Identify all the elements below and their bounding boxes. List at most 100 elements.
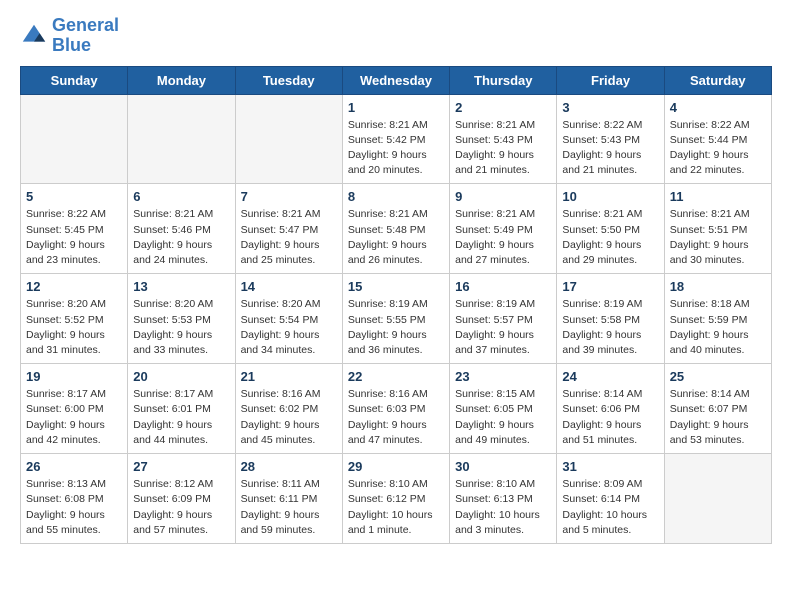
day-number: 4 [670, 100, 766, 115]
day-info: Sunrise: 8:13 AM Sunset: 6:08 PM Dayligh… [26, 477, 122, 538]
calendar-cell: 7 Sunrise: 8:21 AM Sunset: 5:47 PM Daylig… [235, 184, 342, 274]
day-number: 7 [241, 189, 337, 204]
calendar-cell: 16 Sunrise: 8:19 AM Sunset: 5:57 PM Dayli… [450, 274, 557, 364]
day-info: Sunrise: 8:21 AM Sunset: 5:51 PM Dayligh… [670, 207, 766, 268]
day-number: 30 [455, 459, 551, 474]
day-info: Sunrise: 8:19 AM Sunset: 5:58 PM Dayligh… [562, 297, 658, 358]
day-info: Sunrise: 8:21 AM Sunset: 5:43 PM Dayligh… [455, 118, 551, 179]
weekday-header-saturday: Saturday [664, 66, 771, 94]
day-info: Sunrise: 8:20 AM Sunset: 5:53 PM Dayligh… [133, 297, 229, 358]
day-number: 25 [670, 369, 766, 384]
calendar-cell: 30 Sunrise: 8:10 AM Sunset: 6:13 PM Dayli… [450, 454, 557, 544]
day-info: Sunrise: 8:21 AM Sunset: 5:46 PM Dayligh… [133, 207, 229, 268]
calendar-table: SundayMondayTuesdayWednesdayThursdayFrid… [20, 66, 772, 544]
logo-blue: Blue [52, 36, 119, 56]
logo-text: General Blue [52, 16, 119, 56]
day-number: 19 [26, 369, 122, 384]
calendar-cell: 18 Sunrise: 8:18 AM Sunset: 5:59 PM Dayli… [664, 274, 771, 364]
day-info: Sunrise: 8:21 AM Sunset: 5:42 PM Dayligh… [348, 118, 444, 179]
weekday-header-friday: Friday [557, 66, 664, 94]
day-info: Sunrise: 8:12 AM Sunset: 6:09 PM Dayligh… [133, 477, 229, 538]
day-info: Sunrise: 8:21 AM Sunset: 5:48 PM Dayligh… [348, 207, 444, 268]
day-info: Sunrise: 8:10 AM Sunset: 6:13 PM Dayligh… [455, 477, 551, 538]
day-info: Sunrise: 8:21 AM Sunset: 5:47 PM Dayligh… [241, 207, 337, 268]
day-number: 6 [133, 189, 229, 204]
day-number: 16 [455, 279, 551, 294]
day-info: Sunrise: 8:14 AM Sunset: 6:06 PM Dayligh… [562, 387, 658, 448]
calendar-cell: 25Sunrise: 8:14 AM Sunset: 6:07 PM Dayli… [664, 364, 771, 454]
page: General Blue SundayMondayTuesdayWednesda… [0, 0, 792, 560]
week-row-4: 19 Sunrise: 8:17 AM Sunset: 6:00 PM Dayli… [21, 364, 772, 454]
calendar-cell [128, 94, 235, 184]
day-number: 14 [241, 279, 337, 294]
day-info: Sunrise: 8:11 AM Sunset: 6:11 PM Dayligh… [241, 477, 337, 538]
weekday-header-sunday: Sunday [21, 66, 128, 94]
weekday-header-thursday: Thursday [450, 66, 557, 94]
weekday-header-monday: Monday [128, 66, 235, 94]
day-number: 2 [455, 100, 551, 115]
day-info: Sunrise: 8:19 AM Sunset: 5:57 PM Dayligh… [455, 297, 551, 358]
day-info: Sunrise: 8:16 AM Sunset: 6:03 PM Dayligh… [348, 387, 444, 448]
weekday-header-wednesday: Wednesday [342, 66, 449, 94]
day-number: 23 [455, 369, 551, 384]
week-row-1: 1 Sunrise: 8:21 AM Sunset: 5:42 PM Daylig… [21, 94, 772, 184]
calendar-cell: 20 Sunrise: 8:17 AM Sunset: 6:01 PM Dayli… [128, 364, 235, 454]
day-info: Sunrise: 8:22 AM Sunset: 5:44 PM Dayligh… [670, 118, 766, 179]
calendar-cell: 12Sunrise: 8:20 AM Sunset: 5:52 PM Dayli… [21, 274, 128, 364]
calendar-cell: 8 Sunrise: 8:21 AM Sunset: 5:48 PM Daylig… [342, 184, 449, 274]
calendar-cell: 3Sunrise: 8:22 AM Sunset: 5:43 PM Daylig… [557, 94, 664, 184]
day-number: 27 [133, 459, 229, 474]
day-info: Sunrise: 8:20 AM Sunset: 5:54 PM Dayligh… [241, 297, 337, 358]
weekday-header-row: SundayMondayTuesdayWednesdayThursdayFrid… [21, 66, 772, 94]
calendar-cell: 21 Sunrise: 8:16 AM Sunset: 6:02 PM Dayli… [235, 364, 342, 454]
calendar-cell [21, 94, 128, 184]
calendar-cell: 27 Sunrise: 8:12 AM Sunset: 6:09 PM Dayli… [128, 454, 235, 544]
day-info: Sunrise: 8:20 AM Sunset: 5:52 PM Dayligh… [26, 297, 122, 358]
day-info: Sunrise: 8:10 AM Sunset: 6:12 PM Dayligh… [348, 477, 444, 538]
calendar-cell: 28 Sunrise: 8:11 AM Sunset: 6:11 PM Dayli… [235, 454, 342, 544]
calendar-cell: 9Sunrise: 8:21 AM Sunset: 5:49 PM Daylig… [450, 184, 557, 274]
day-info: Sunrise: 8:18 AM Sunset: 5:59 PM Dayligh… [670, 297, 766, 358]
day-info: Sunrise: 8:22 AM Sunset: 5:45 PM Dayligh… [26, 207, 122, 268]
calendar-cell: 24 Sunrise: 8:14 AM Sunset: 6:06 PM Dayli… [557, 364, 664, 454]
day-info: Sunrise: 8:17 AM Sunset: 6:01 PM Dayligh… [133, 387, 229, 448]
day-number: 26 [26, 459, 122, 474]
day-number: 5 [26, 189, 122, 204]
calendar-cell [664, 454, 771, 544]
day-number: 8 [348, 189, 444, 204]
day-info: Sunrise: 8:21 AM Sunset: 5:50 PM Dayligh… [562, 207, 658, 268]
header: General Blue [20, 16, 772, 56]
day-info: Sunrise: 8:17 AM Sunset: 6:00 PM Dayligh… [26, 387, 122, 448]
day-number: 1 [348, 100, 444, 115]
logo: General Blue [20, 16, 119, 56]
day-info: Sunrise: 8:09 AM Sunset: 6:14 PM Dayligh… [562, 477, 658, 538]
calendar-cell: 23 Sunrise: 8:15 AM Sunset: 6:05 PM Dayli… [450, 364, 557, 454]
day-number: 24 [562, 369, 658, 384]
calendar-cell: 22 Sunrise: 8:16 AM Sunset: 6:03 PM Dayli… [342, 364, 449, 454]
day-number: 18 [670, 279, 766, 294]
day-number: 13 [133, 279, 229, 294]
day-info: Sunrise: 8:16 AM Sunset: 6:02 PM Dayligh… [241, 387, 337, 448]
day-info: Sunrise: 8:19 AM Sunset: 5:55 PM Dayligh… [348, 297, 444, 358]
week-row-3: 12Sunrise: 8:20 AM Sunset: 5:52 PM Dayli… [21, 274, 772, 364]
calendar-cell: 29 Sunrise: 8:10 AM Sunset: 6:12 PM Dayli… [342, 454, 449, 544]
day-number: 22 [348, 369, 444, 384]
calendar-cell: 5 Sunrise: 8:22 AM Sunset: 5:45 PM Daylig… [21, 184, 128, 274]
day-number: 20 [133, 369, 229, 384]
day-number: 29 [348, 459, 444, 474]
day-info: Sunrise: 8:15 AM Sunset: 6:05 PM Dayligh… [455, 387, 551, 448]
calendar-cell: 14 Sunrise: 8:20 AM Sunset: 5:54 PM Dayli… [235, 274, 342, 364]
day-info: Sunrise: 8:21 AM Sunset: 5:49 PM Dayligh… [455, 207, 551, 268]
week-row-2: 5 Sunrise: 8:22 AM Sunset: 5:45 PM Daylig… [21, 184, 772, 274]
day-info: Sunrise: 8:22 AM Sunset: 5:43 PM Dayligh… [562, 118, 658, 179]
day-number: 31 [562, 459, 658, 474]
weekday-header-tuesday: Tuesday [235, 66, 342, 94]
calendar-cell: 4 Sunrise: 8:22 AM Sunset: 5:44 PM Daylig… [664, 94, 771, 184]
day-number: 28 [241, 459, 337, 474]
day-number: 21 [241, 369, 337, 384]
logo-icon [20, 22, 48, 50]
calendar-cell: 26 Sunrise: 8:13 AM Sunset: 6:08 PM Dayli… [21, 454, 128, 544]
calendar-cell: 10Sunrise: 8:21 AM Sunset: 5:50 PM Dayli… [557, 184, 664, 274]
calendar-cell: 6 Sunrise: 8:21 AM Sunset: 5:46 PM Daylig… [128, 184, 235, 274]
logo-general: General [52, 15, 119, 35]
